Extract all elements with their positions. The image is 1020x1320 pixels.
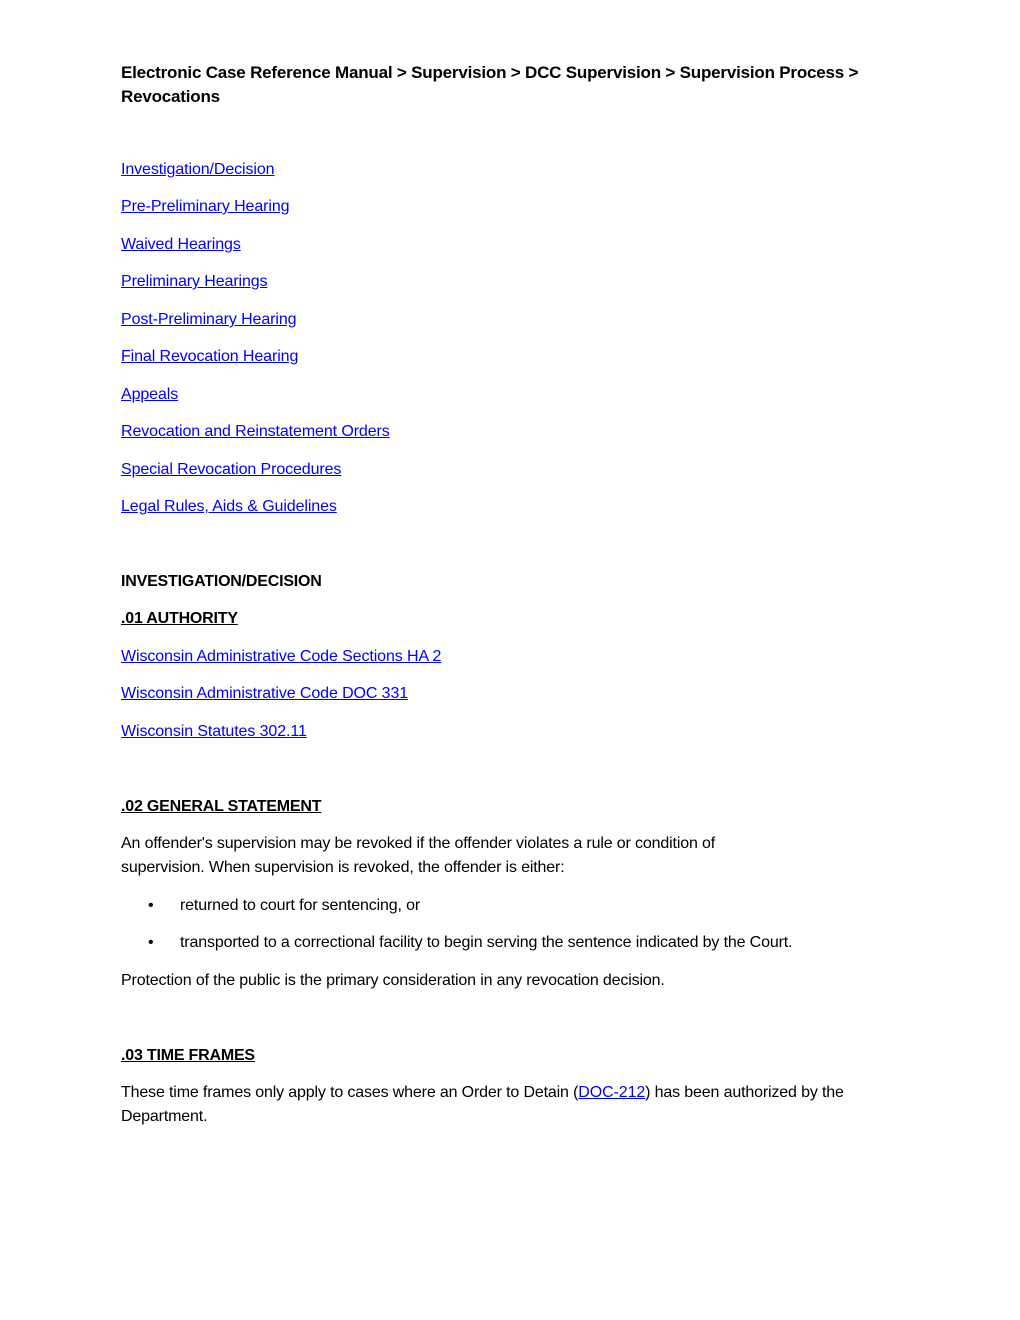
toc-link-pre-preliminary-hearing[interactable]: Pre-Preliminary Hearing — [121, 197, 290, 217]
toc-link-preliminary-hearings[interactable]: Preliminary Hearings — [121, 272, 268, 292]
toc-link-final-revocation-hearing[interactable]: Final Revocation Hearing — [121, 347, 298, 367]
authority-link-statutes-302-11[interactable]: Wisconsin Statutes 302.11 — [121, 722, 307, 742]
general-statement-heading: .02 GENERAL STATEMENT — [121, 798, 322, 815]
toc-link-revocation-reinstatement-orders[interactable]: Revocation and Reinstatement Orders — [121, 422, 390, 442]
toc-link-legal-rules-aids-guidelines[interactable]: Legal Rules, Aids & Guidelines — [121, 497, 337, 517]
doc-212-link[interactable]: DOC-212 — [578, 1084, 645, 1101]
authority-link-ha2[interactable]: Wisconsin Administrative Code Sections H… — [121, 647, 441, 667]
bullet-text: returned to court for sentencing, or — [180, 897, 421, 914]
general-statement-closing: Protection of the public is the primary … — [121, 972, 665, 989]
time-frames-text-before: These time frames only apply to cases wh… — [121, 1084, 579, 1101]
breadcrumb: Electronic Case Reference Manual > Super… — [121, 63, 859, 106]
toc-link-post-preliminary-hearing[interactable]: Post-Preliminary Hearing — [121, 310, 297, 330]
toc-link-special-revocation-procedures[interactable]: Special Revocation Procedures — [121, 460, 341, 480]
time-frames-heading: .03 TIME FRAMES — [121, 1047, 255, 1064]
section-title: INVESTIGATION/DECISION — [121, 573, 322, 590]
toc-link-appeals[interactable]: Appeals — [121, 385, 178, 405]
general-statement-intro: An offender's supervision may be revoked… — [121, 835, 716, 876]
authority-link-doc331[interactable]: Wisconsin Administrative Code DOC 331 — [121, 684, 408, 704]
bullet-text: transported to a correctional facility t… — [180, 934, 793, 951]
authority-heading: .01 AUTHORITY — [121, 610, 238, 627]
time-frames-paragraph: These time frames only apply to cases wh… — [121, 1081, 901, 1129]
toc-link-investigation-decision[interactable]: Investigation/Decision — [121, 160, 275, 180]
bullet-icon: • — [148, 934, 154, 951]
toc-link-waived-hearings[interactable]: Waived Hearings — [121, 235, 241, 255]
bullet-icon: • — [148, 897, 154, 914]
